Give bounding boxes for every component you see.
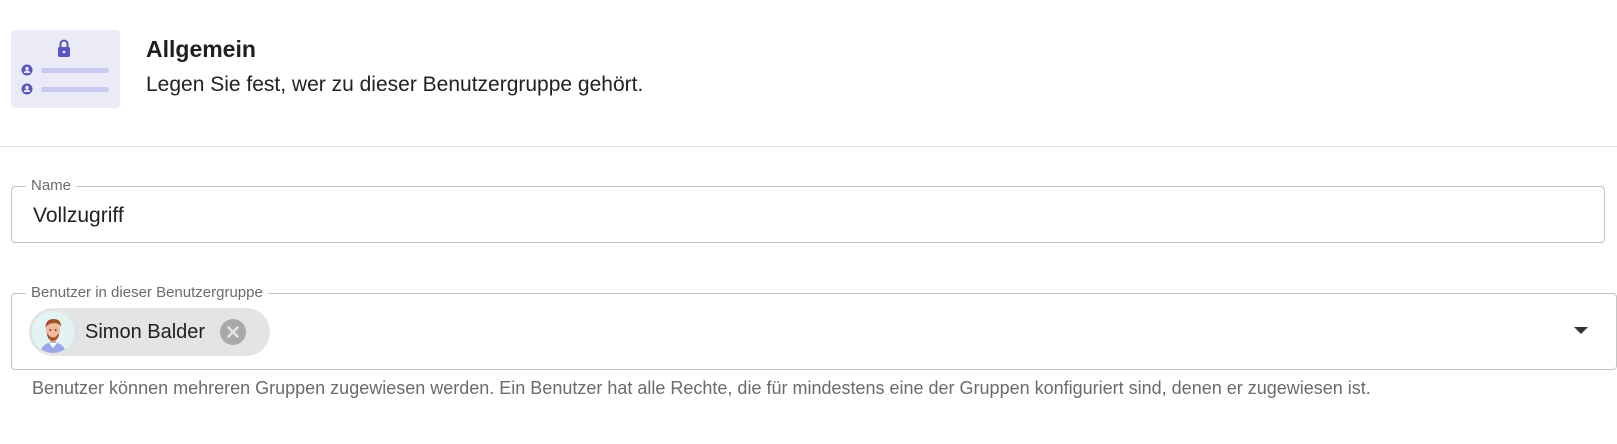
- users-helper-text: Benutzer können mehreren Gruppen zugewie…: [32, 378, 1371, 398]
- users-select-field[interactable]: Benutzer in dieser Benutzergruppe Simon …: [11, 283, 1617, 370]
- user-chip[interactable]: Simon Balder: [29, 308, 270, 356]
- user-chip-label: Simon Balder: [85, 321, 206, 343]
- name-field[interactable]: Name Vollzugriff: [11, 176, 1605, 243]
- section-header: Allgemein Legen Sie fest, wer zu dieser …: [0, 0, 1617, 147]
- arrow-drop-down-icon[interactable]: [1574, 327, 1588, 334]
- group-illustration: [11, 30, 120, 108]
- name-field-label: Name: [26, 176, 77, 196]
- lock-icon: [21, 39, 109, 95]
- cancel-circle-icon[interactable]: [220, 319, 246, 345]
- male-avatar-icon: [32, 311, 74, 353]
- user-row-icon: [21, 83, 109, 95]
- section-title: Allgemein: [146, 36, 256, 62]
- users-field-label: Benutzer in dieser Benutzergruppe: [26, 283, 268, 303]
- name-input[interactable]: Vollzugriff: [33, 204, 124, 228]
- section-subtitle: Legen Sie fest, wer zu dieser Benutzergr…: [146, 73, 644, 96]
- user-row-icon: [21, 64, 109, 76]
